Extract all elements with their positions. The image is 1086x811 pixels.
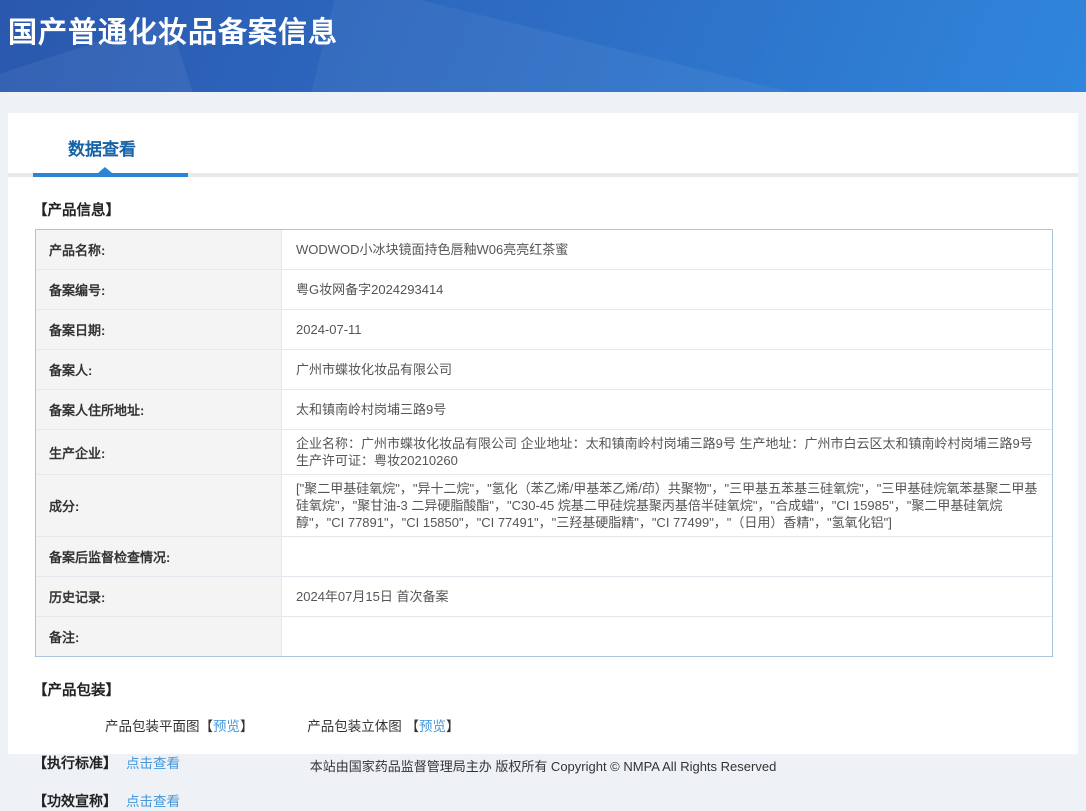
table-row-record-date: 备案日期: 2024-07-11 [36,309,1052,350]
table-row-product-name: 产品名称: WODWOD小冰块镜面持色唇釉W06亮亮红茶蜜 [36,230,1052,270]
row-label: 备案人住所地址: [36,389,282,430]
table-row-registrant: 备案人: 广州市蝶妆化妆品有限公司 [36,349,1052,390]
tab-bar: 数据查看 [8,135,1078,177]
row-value: 企业名称：广州市蝶妆化妆品有限公司 企业地址：太和镇南岭村岗埔三路9号 生产地址… [281,429,1052,475]
standard-section-title: 【执行标准】 [33,755,117,771]
packaging-flat-label: 产品包装平面图 [105,719,200,734]
row-label: 备案日期: [36,309,282,350]
tab-active-triangle-icon [98,167,112,173]
row-label: 备案后监督检查情况: [36,536,282,577]
table-row-supervision-check: 备案后监督检查情况: [36,536,1052,577]
row-label: 备注: [36,616,282,656]
table-row-ingredients: 成分: ["聚二甲基硅氧烷"，"异十二烷"，"氢化（苯乙烯/甲基苯乙烯/茚）共聚… [36,474,1052,537]
row-value: 2024年07月15日 首次备案 [281,576,1052,617]
table-row-history: 历史记录: 2024年07月15日 首次备案 [36,576,1052,617]
packaging-flat-preview-link[interactable]: 预览 [213,719,240,734]
row-value: 粤G妆网备字2024293414 [281,269,1052,310]
row-value: 2024-07-11 [281,309,1052,350]
packaging-section-title: 【产品包装】 [33,683,120,699]
efficacy-section-title: 【功效宣称】 [33,793,117,809]
row-label: 生产企业: [36,429,282,475]
efficacy-line: 【功效宣称】 点击查看 [33,790,1078,811]
tab-active-underline [33,173,188,177]
packaging-stereo-group: 产品包装立体图 【预览】 [307,715,459,735]
page-header-banner: 国产普通化妆品备案信息 [0,0,1086,92]
row-value [281,616,1052,656]
table-row-registrant-address: 备案人住所地址: 太和镇南岭村岗埔三路9号 [36,389,1052,430]
row-value: WODWOD小冰块镜面持色唇釉W06亮亮红茶蜜 [281,230,1052,270]
packaging-stereo-preview-link[interactable]: 预览 [419,719,446,734]
packaging-flat-group: 产品包装平面图【预览】 [105,715,254,735]
table-row-record-number: 备案编号: 粤G妆网备字2024293414 [36,269,1052,310]
packaging-preview-line: 产品包装平面图【预览】 产品包装立体图 【预览】 [105,715,1078,735]
row-label: 成分: [36,474,282,537]
page-title: 国产普通化妆品备案信息 [8,17,339,49]
table-row-manufacturer: 生产企业: 企业名称：广州市蝶妆化妆品有限公司 企业地址：太和镇南岭村岗埔三路9… [36,429,1052,475]
content-card: 数据查看 【产品信息】 产品名称: WODWOD小冰块镜面持色唇釉W06亮亮红茶… [8,113,1078,809]
row-value: ["聚二甲基硅氧烷"，"异十二烷"，"氢化（苯乙烯/甲基苯乙烯/茚）共聚物"，"… [281,474,1052,537]
product-info-section-title: 【产品信息】 [33,203,120,219]
bracket-open: 【 [405,719,420,734]
bracket-close: 】 [446,719,460,734]
bracket-close: 】 [240,719,254,734]
bracket-open: 【 [199,719,214,734]
row-label: 备案编号: [36,269,282,310]
row-value: 广州市蝶妆化妆品有限公司 [281,349,1052,390]
row-value [281,536,1052,577]
product-info-table-wrap: 产品名称: WODWOD小冰块镜面持色唇釉W06亮亮红茶蜜 备案编号: 粤G妆网… [35,229,1053,657]
row-label: 历史记录: [36,576,282,617]
product-info-table: 产品名称: WODWOD小冰块镜面持色唇釉W06亮亮红茶蜜 备案编号: 粤G妆网… [36,230,1052,656]
row-label: 备案人: [36,349,282,390]
row-label: 产品名称: [36,230,282,270]
tab-underline-track [8,167,1078,177]
packaging-stereo-label: 产品包装立体图 [307,719,406,734]
table-row-remarks: 备注: [36,616,1052,656]
efficacy-view-link[interactable]: 点击查看 [126,794,180,809]
standard-view-link[interactable]: 点击查看 [126,756,180,771]
row-value: 太和镇南岭村岗埔三路9号 [281,389,1052,430]
